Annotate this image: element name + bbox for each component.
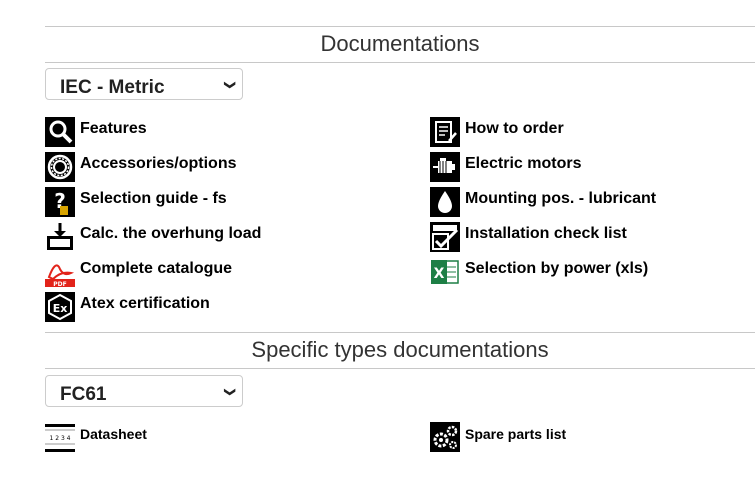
- checklist-icon: [430, 222, 460, 252]
- doc-link-catalogue[interactable]: PDF Complete catalogue: [45, 257, 232, 289]
- doc-link-spare-parts[interactable]: Spare parts list: [430, 422, 566, 454]
- doc-link-label: Accessories/options: [80, 155, 237, 172]
- pdf-icon: PDF: [45, 257, 75, 287]
- doc-link-label: Atex certification: [80, 295, 210, 312]
- type-select-value: FC61: [60, 384, 107, 405]
- oil-drop-icon: [430, 187, 460, 217]
- svg-text:X: X: [434, 266, 445, 282]
- gears-icon: [430, 422, 460, 452]
- divider-specific-top: [45, 332, 755, 333]
- doc-link-label: Electric motors: [465, 155, 582, 172]
- doc-link-label: Selection guide - fs: [80, 190, 227, 207]
- svg-text:1 2 3 4: 1 2 3 4: [50, 435, 71, 442]
- doc-link-features[interactable]: Features: [45, 117, 147, 149]
- atex-icon: Ex: [45, 292, 75, 322]
- standard-select[interactable]: IEC - Metric ❮: [45, 68, 243, 100]
- divider-specific-under-title: [45, 368, 755, 369]
- documentations-title: Documentations: [320, 31, 480, 56]
- doc-link-label: Mounting pos. - lubricant: [465, 190, 657, 207]
- question-icon: ?: [45, 187, 75, 217]
- magnifier-icon: [45, 117, 75, 147]
- doc-link-installation-checklist[interactable]: Installation check list: [430, 222, 627, 254]
- bearing-icon: [45, 152, 75, 182]
- doc-link-selection-guide[interactable]: ? Selection guide - fs: [45, 187, 227, 219]
- doc-link-atex[interactable]: Ex Atex certification: [45, 292, 210, 324]
- doc-link-selection-by-power[interactable]: X Selection by power (xls): [430, 257, 648, 289]
- doc-link-label: Complete catalogue: [80, 260, 233, 277]
- doc-link-label: Spare parts list: [465, 426, 567, 442]
- doc-link-label: Calc. the overhung load: [80, 225, 262, 242]
- divider-top: [45, 26, 755, 27]
- doc-link-label: Selection by power (xls): [465, 260, 649, 277]
- specific-title: Specific types documentations: [251, 337, 549, 362]
- datasheet-icon: 1 2 3 4: [45, 422, 75, 452]
- motor-icon: [430, 152, 460, 182]
- doc-link-label: Installation check list: [465, 225, 627, 242]
- doc-link-label: Features: [80, 120, 147, 137]
- doc-link-label: Datasheet: [80, 426, 147, 442]
- chevron-down-icon: ❮: [223, 387, 236, 397]
- doc-link-how-to-order[interactable]: How to order: [430, 117, 564, 149]
- doc-link-label: How to order: [465, 120, 564, 137]
- divider-under-title: [45, 62, 755, 63]
- order-list-icon: [430, 117, 460, 147]
- standard-select-value: IEC - Metric: [60, 77, 165, 98]
- svg-text:PDF: PDF: [53, 281, 66, 287]
- type-select[interactable]: FC61 ❮: [45, 375, 243, 407]
- doc-link-mounting-lubricant[interactable]: Mounting pos. - lubricant: [430, 187, 656, 219]
- doc-link-overhung-load[interactable]: Calc. the overhung load: [45, 222, 261, 254]
- chevron-down-icon: ❮: [223, 80, 236, 90]
- doc-link-electric-motors[interactable]: Electric motors: [430, 152, 581, 184]
- doc-link-accessories[interactable]: Accessories/options: [45, 152, 237, 184]
- svg-text:Ex: Ex: [53, 302, 68, 315]
- excel-icon: X: [430, 257, 460, 287]
- doc-link-datasheet[interactable]: 1 2 3 4 Datasheet: [45, 422, 147, 454]
- load-icon: [45, 222, 75, 252]
